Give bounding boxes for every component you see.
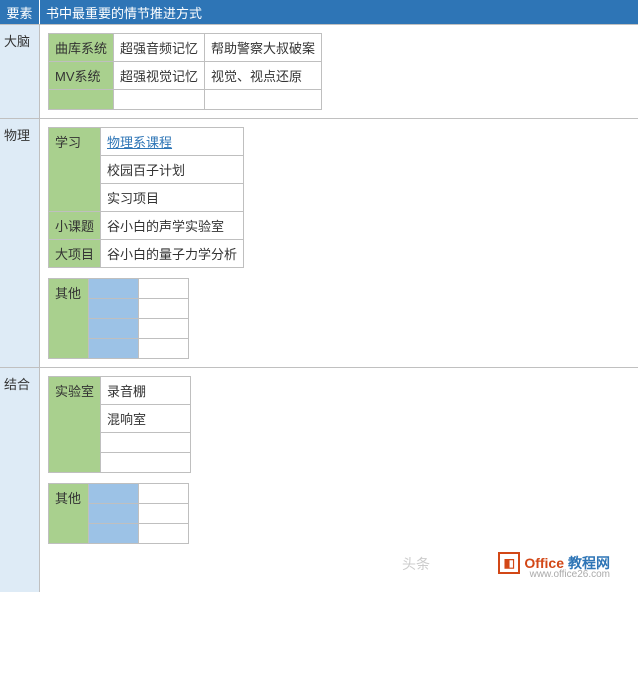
cell [139, 524, 189, 544]
cell-blue [89, 504, 139, 524]
cell: 谷小白的声学实验室 [101, 212, 244, 240]
table-row: 实验室 录音棚 [49, 377, 191, 405]
section-body: 实验室 录音棚 混响室 其他 [40, 368, 638, 592]
table-row: 其他 [49, 484, 189, 504]
row-header: 其他 [49, 279, 89, 359]
combine-lab-table: 实验室 录音棚 混响室 [48, 376, 191, 473]
cell [139, 279, 189, 299]
table-row [49, 90, 322, 110]
cell [101, 433, 191, 453]
cell: 超强视觉记忆 [114, 62, 205, 90]
cell [139, 504, 189, 524]
physics-course-link[interactable]: 物理系课程 [107, 135, 172, 150]
cell [139, 339, 189, 359]
row-header: 曲库系统 [49, 34, 114, 62]
section-body: 学习 物理系课程 校园百子计划 实习项目 小课题 谷小白的声学实验室 大项目 谷… [40, 119, 638, 367]
row-header [49, 90, 114, 110]
brain-table: 曲库系统 超强音频记忆 帮助警察大叔破案 MV系统 超强视觉记忆 视觉、视点还原 [48, 33, 322, 110]
header-col-value: 书中最重要的情节推进方式 [40, 0, 638, 24]
section-brain: 大脑 曲库系统 超强音频记忆 帮助警察大叔破案 MV系统 超强视觉记忆 视觉、视… [0, 24, 638, 118]
physics-other-table: 其他 [48, 278, 189, 359]
watermark-area: 头条 ◧ Office教程网 www.office26.com [48, 544, 630, 584]
cell [101, 453, 191, 473]
header-row: 要素 书中最重要的情节推进方式 [0, 0, 638, 24]
table-row: MV系统 超强视觉记忆 视觉、视点还原 [49, 62, 322, 90]
cell-blue [89, 319, 139, 339]
row-header: 大项目 [49, 240, 101, 268]
cell [139, 299, 189, 319]
table-row: 曲库系统 超强音频记忆 帮助警察大叔破案 [49, 34, 322, 62]
physics-study-table: 学习 物理系课程 校园百子计划 实习项目 小课题 谷小白的声学实验室 大项目 谷… [48, 127, 244, 268]
main-grid: 大脑 曲库系统 超强音频记忆 帮助警察大叔破案 MV系统 超强视觉记忆 视觉、视… [0, 24, 638, 592]
office-logo-icon: ◧ [498, 552, 520, 574]
cell: 谷小白的量子力学分析 [101, 240, 244, 268]
cell: 视觉、视点还原 [205, 62, 322, 90]
cell [139, 484, 189, 504]
table-row: 大项目 谷小白的量子力学分析 [49, 240, 244, 268]
cell: 实习项目 [101, 184, 244, 212]
cell: 超强音频记忆 [114, 34, 205, 62]
section-combine: 结合 实验室 录音棚 混响室 其他 [0, 367, 638, 592]
row-header: 实验室 [49, 377, 101, 473]
cell [139, 319, 189, 339]
cell [205, 90, 322, 110]
row-header: 小课题 [49, 212, 101, 240]
cell [114, 90, 205, 110]
cell: 物理系课程 [101, 128, 244, 156]
faint-text: 头条 [402, 554, 430, 574]
combine-other-table: 其他 [48, 483, 189, 544]
cell-blue [89, 484, 139, 504]
row-header: MV系统 [49, 62, 114, 90]
watermark-url: www.office26.com [530, 569, 610, 580]
section-label: 结合 [0, 368, 40, 592]
section-physics: 物理 学习 物理系课程 校园百子计划 实习项目 小课题 谷小白的声学实验室 [0, 118, 638, 367]
cell-blue [89, 279, 139, 299]
table-row: 小课题 谷小白的声学实验室 [49, 212, 244, 240]
row-header: 学习 [49, 128, 101, 212]
cell: 帮助警察大叔破案 [205, 34, 322, 62]
table-row: 学习 物理系课程 [49, 128, 244, 156]
cell: 录音棚 [101, 377, 191, 405]
table-row: 其他 [49, 279, 189, 299]
cell: 校园百子计划 [101, 156, 244, 184]
cell-blue [89, 299, 139, 319]
watermark: ◧ Office教程网 www.office26.com [498, 552, 610, 574]
cell: 混响室 [101, 405, 191, 433]
section-label: 大脑 [0, 25, 40, 118]
section-label: 物理 [0, 119, 40, 367]
row-header: 其他 [49, 484, 89, 544]
section-body: 曲库系统 超强音频记忆 帮助警察大叔破案 MV系统 超强视觉记忆 视觉、视点还原 [40, 25, 638, 118]
cell-blue [89, 524, 139, 544]
header-col-label: 要素 [0, 0, 40, 24]
cell-blue [89, 339, 139, 359]
